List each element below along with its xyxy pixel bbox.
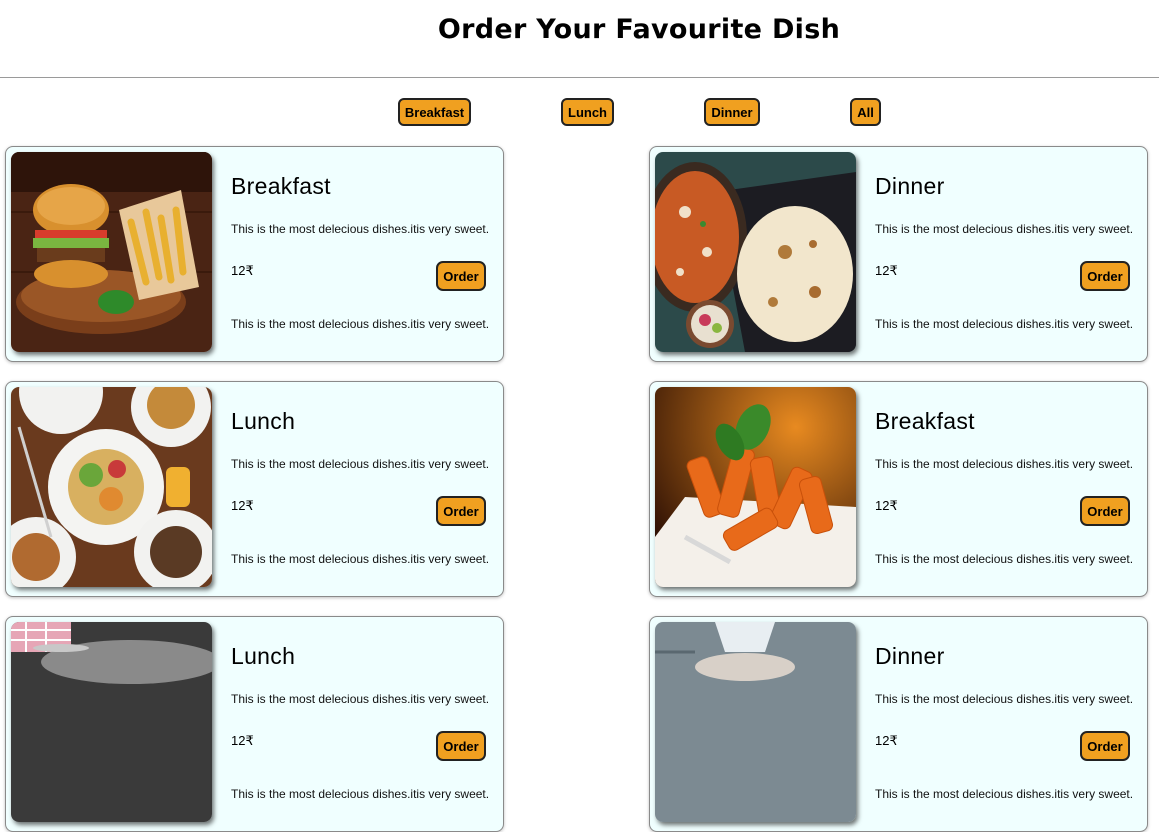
menu-card: Lunch This is the most delecious dishes.… <box>5 616 504 832</box>
card-description: This is the most delecious dishes.itis v… <box>875 317 1134 331</box>
card-price: 12₹ <box>231 733 254 748</box>
card-price: 12₹ <box>231 498 254 513</box>
thali-image <box>11 622 212 822</box>
card-description: This is the most delecious dishes.itis v… <box>231 787 490 801</box>
burger-fries-image <box>11 152 212 352</box>
card-title: Breakfast <box>875 408 975 434</box>
filter-all-button[interactable]: All <box>850 98 881 126</box>
card-description: This is the most delecious dishes.itis v… <box>231 552 490 566</box>
order-button[interactable]: Order <box>1080 261 1130 291</box>
card-description: This is the most delecious dishes.itis v… <box>875 222 1134 236</box>
order-button[interactable]: Order <box>436 261 486 291</box>
header-divider <box>0 77 1159 78</box>
card-description: This is the most delecious dishes.itis v… <box>875 692 1134 706</box>
menu-card: Breakfast This is the most delecious dis… <box>5 146 504 362</box>
menu-card: Breakfast This is the most delecious dis… <box>649 381 1148 597</box>
card-title: Breakfast <box>231 173 331 199</box>
menu-card: Dinner This is the most delecious dishes… <box>649 146 1148 362</box>
card-price: 12₹ <box>875 263 898 278</box>
order-button[interactable]: Order <box>436 731 486 761</box>
lunch-platter-image <box>11 387 212 587</box>
menu-card: Dinner This is the most delecious dishes… <box>649 616 1148 832</box>
card-title: Dinner <box>875 173 945 199</box>
bowl-image <box>655 622 856 822</box>
order-button[interactable]: Order <box>1080 731 1130 761</box>
card-description: This is the most delecious dishes.itis v… <box>231 457 490 471</box>
pasta-image <box>655 387 856 587</box>
filter-lunch-button[interactable]: Lunch <box>561 98 614 126</box>
card-title: Lunch <box>231 408 296 434</box>
filter-dinner-button[interactable]: Dinner <box>704 98 760 126</box>
filter-breakfast-button[interactable]: Breakfast <box>398 98 471 126</box>
card-description: This is the most delecious dishes.itis v… <box>875 457 1134 471</box>
card-description: This is the most delecious dishes.itis v… <box>231 222 490 236</box>
card-title: Lunch <box>231 643 296 669</box>
card-description: This is the most delecious dishes.itis v… <box>231 317 490 331</box>
card-price: 12₹ <box>875 498 898 513</box>
card-price: 12₹ <box>875 733 898 748</box>
menu-card: Lunch This is the most delecious dishes.… <box>5 381 504 597</box>
page-title: Order Your Favourite Dish <box>437 14 841 45</box>
curry-naan-image <box>655 152 856 352</box>
card-description: This is the most delecious dishes.itis v… <box>875 552 1134 566</box>
card-title: Dinner <box>875 643 945 669</box>
card-description: This is the most delecious dishes.itis v… <box>875 787 1134 801</box>
order-button[interactable]: Order <box>1080 496 1130 526</box>
order-button[interactable]: Order <box>436 496 486 526</box>
card-price: 12₹ <box>231 263 254 278</box>
card-description: This is the most delecious dishes.itis v… <box>231 692 490 706</box>
